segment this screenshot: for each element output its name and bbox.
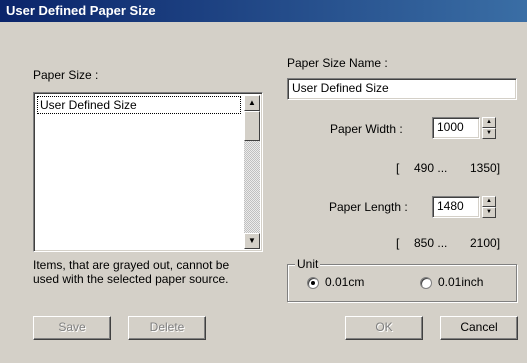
paper-length-range-open: [ — [396, 236, 400, 250]
note-line-2: used with the selected paper source. — [33, 272, 229, 286]
unit-legend: Unit — [295, 257, 321, 271]
scroll-down-icon[interactable]: ▼ — [244, 233, 260, 249]
window-title: User Defined Paper Size — [0, 0, 527, 22]
save-button[interactable]: Save — [33, 316, 111, 340]
spin-down-icon[interactable]: ▼ — [482, 207, 496, 218]
scroll-thumb[interactable] — [244, 111, 260, 141]
paper-length-label: Paper Length : — [329, 200, 408, 214]
list-item[interactable]: User Defined Size — [37, 96, 241, 114]
paper-size-label: Paper Size : — [33, 68, 99, 82]
note-line-1: Items, that are grayed out, cannot be — [33, 258, 230, 272]
paper-width-spinner[interactable]: ▲ ▼ — [482, 117, 496, 139]
unit-inch-label[interactable]: 0.01inch — [438, 275, 483, 289]
paper-size-listbox[interactable]: User Defined Size ▲ ▼ — [33, 92, 263, 252]
unit-cm-radio[interactable] — [307, 277, 319, 289]
paper-width-range-open: [ — [396, 161, 400, 175]
paper-length-input[interactable]: 1480 — [432, 196, 480, 218]
unit-cm-label[interactable]: 0.01cm — [325, 275, 364, 289]
paper-width-input[interactable]: 1000 — [432, 117, 480, 139]
spin-up-icon[interactable]: ▲ — [482, 196, 496, 207]
spin-up-icon[interactable]: ▲ — [482, 117, 496, 128]
scroll-up-icon[interactable]: ▲ — [244, 95, 260, 111]
paper-width-label: Paper Width : — [330, 122, 403, 136]
paper-length-range-min: 850 ... — [414, 236, 448, 250]
listbox-scrollbar[interactable]: ▲ ▼ — [244, 95, 260, 249]
radio-selected-dot — [311, 281, 315, 285]
spin-down-icon[interactable]: ▼ — [482, 128, 496, 139]
paper-width-range-max: 1350] — [470, 161, 501, 175]
ok-button[interactable]: OK — [345, 316, 423, 340]
paper-length-range-max: 2100] — [470, 236, 501, 250]
paper-width-range-min: 490 ... — [414, 161, 448, 175]
delete-button[interactable]: Delete — [128, 316, 206, 340]
unit-inch-radio[interactable] — [420, 277, 432, 289]
paper-size-name-label: Paper Size Name : — [287, 56, 388, 70]
paper-size-name-input[interactable]: User Defined Size — [287, 78, 517, 100]
cancel-button[interactable]: Cancel — [440, 316, 518, 340]
grayed-out-note: Items, that are grayed out, cannot be us… — [33, 258, 229, 286]
paper-length-spinner[interactable]: ▲ ▼ — [482, 196, 496, 218]
